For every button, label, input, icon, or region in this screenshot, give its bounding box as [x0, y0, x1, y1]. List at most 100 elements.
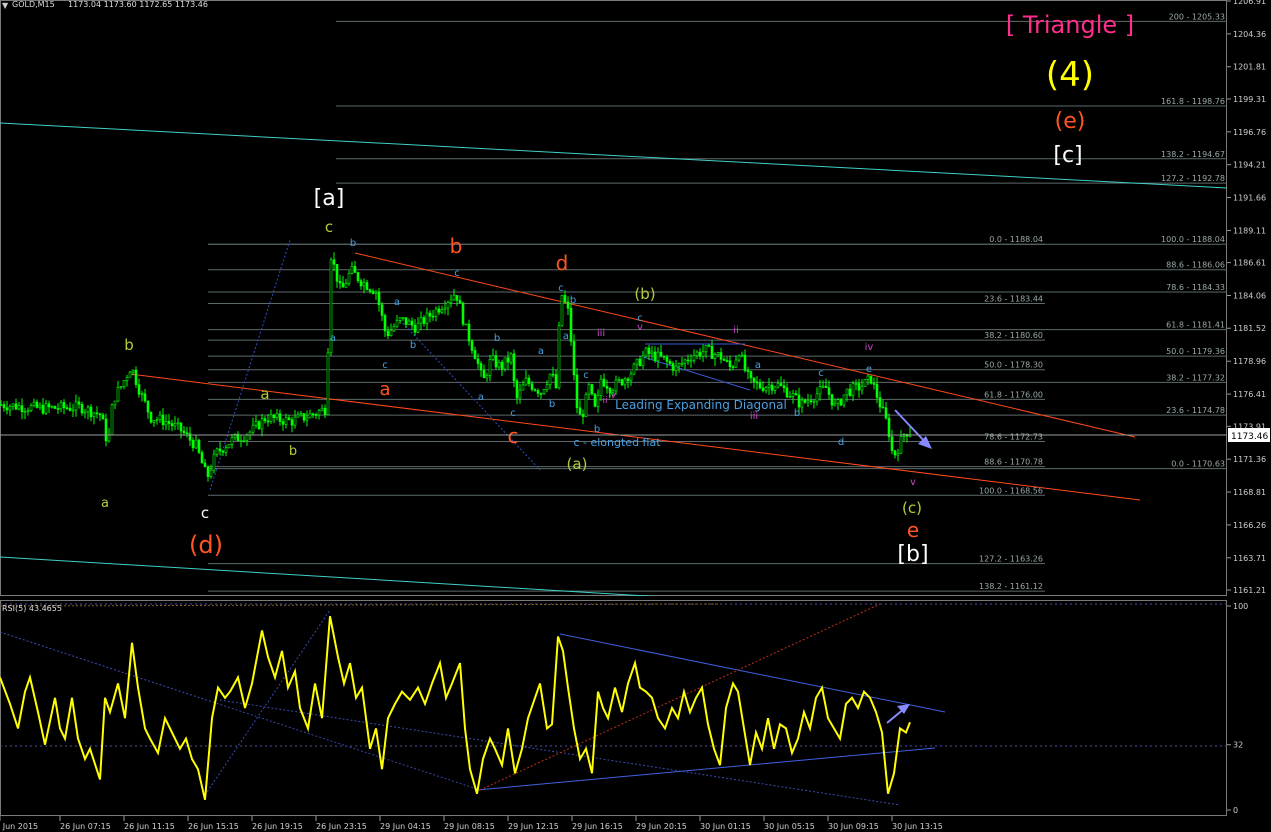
flat-label: c - elongted flat	[573, 436, 661, 449]
candle	[260, 414, 264, 437]
wave-iv-magenta: iv	[608, 391, 617, 401]
candle	[389, 323, 393, 337]
time-tick-label: 26 Jun 15:15	[188, 822, 239, 831]
candle	[200, 450, 204, 464]
candle	[95, 406, 99, 419]
candle	[65, 404, 69, 411]
time-tick-label: 30 Jun 05:15	[764, 822, 815, 831]
fib-level-label: 127.2 - 1192.78	[1161, 174, 1225, 183]
candle	[857, 378, 861, 398]
candle	[395, 314, 399, 329]
candle	[710, 340, 714, 359]
candle	[854, 379, 858, 391]
candle	[173, 416, 177, 431]
candle	[17, 401, 21, 411]
candle	[836, 397, 840, 411]
triangle-label: [ Triangle ]	[1006, 11, 1134, 39]
fib-level-label: 61.8 - 1181.41	[1166, 321, 1225, 330]
time-tick-label: 26 Jun 11:15	[124, 822, 175, 831]
candle	[2, 401, 6, 412]
candle	[29, 403, 33, 413]
wave-b-bracket-label: [b]	[897, 542, 928, 567]
time-tick-label: 29 Jun 04:15	[380, 822, 431, 831]
wave-b-orange: b	[450, 234, 463, 258]
candle	[20, 398, 24, 420]
candle	[392, 323, 396, 332]
candle	[86, 405, 90, 420]
candle	[341, 275, 345, 288]
candle	[77, 396, 81, 409]
candle	[572, 334, 576, 381]
candle	[353, 260, 357, 273]
wave-b-cyan-4: b	[549, 399, 555, 410]
candle	[584, 392, 588, 418]
wave-b-cyan-2: b	[410, 340, 416, 351]
chart-dropdown-icon[interactable]: ▼	[2, 1, 9, 10]
candle	[62, 399, 66, 415]
candle	[299, 410, 303, 417]
candle	[116, 380, 120, 403]
candle	[254, 415, 258, 429]
candle	[380, 301, 384, 322]
candle	[842, 394, 846, 408]
price-tick-label: 1186.61	[1233, 259, 1266, 268]
price-tick-label: 1191.66	[1233, 194, 1266, 203]
diagonal-label: Leading Expanding Diagonal	[615, 398, 787, 412]
candle	[140, 391, 144, 402]
candle	[155, 416, 159, 425]
candle	[851, 380, 855, 402]
rsi-tick-label: 0	[1233, 806, 1238, 815]
wave-a-cyan-2: a	[330, 333, 336, 344]
candle	[83, 408, 87, 419]
candle	[251, 417, 255, 436]
rsi-pane	[0, 600, 1227, 816]
candle	[722, 357, 726, 361]
fib-level-label: 50.0 - 1178.30	[984, 361, 1043, 370]
candle	[557, 321, 561, 390]
candle	[104, 413, 108, 447]
price-tick-label: 1194.21	[1233, 161, 1266, 170]
candle	[191, 437, 195, 452]
wave-b-cyan-3: b	[494, 333, 500, 344]
candle	[158, 410, 162, 423]
candle	[179, 422, 183, 439]
wave-c-cyan-2: c	[454, 268, 460, 279]
candle	[872, 377, 876, 390]
candle	[266, 413, 270, 427]
time-axis: 26 Jun 2015 26 Jun 07:15 26 Jun 11:15 26 Ju…	[0, 816, 943, 831]
candle	[194, 434, 198, 450]
candle	[473, 346, 477, 360]
candle	[365, 279, 369, 291]
wave-a-green-2: a	[260, 385, 269, 403]
candle	[197, 438, 201, 455]
candle	[383, 313, 387, 338]
candle	[539, 392, 543, 399]
candle	[536, 388, 540, 398]
candle	[80, 401, 84, 416]
wave-a-cyan-5: a	[563, 331, 569, 342]
price-tick-label: 1206.91	[1233, 0, 1266, 6]
candle	[407, 318, 411, 325]
candle	[719, 347, 723, 364]
candle	[428, 310, 432, 323]
candle	[449, 294, 453, 308]
candle	[416, 317, 420, 333]
candle	[620, 378, 624, 387]
wave-b-paren-label: (b)	[634, 285, 655, 303]
candle	[464, 323, 468, 326]
candle	[323, 404, 327, 419]
time-tick-label: 29 Jun 12:15	[508, 822, 559, 831]
candle	[110, 403, 114, 435]
candle	[815, 387, 819, 406]
candle	[749, 370, 753, 384]
candle	[695, 350, 699, 360]
rsi-axis: 100 32 0	[1227, 602, 1248, 815]
candle	[278, 409, 282, 426]
candle	[455, 295, 459, 307]
candle	[641, 350, 645, 370]
candle	[731, 364, 735, 370]
candle	[674, 360, 678, 377]
candle	[74, 394, 78, 417]
fib-level-label: 138.2 - 1161.12	[979, 582, 1043, 591]
candle	[692, 349, 696, 364]
